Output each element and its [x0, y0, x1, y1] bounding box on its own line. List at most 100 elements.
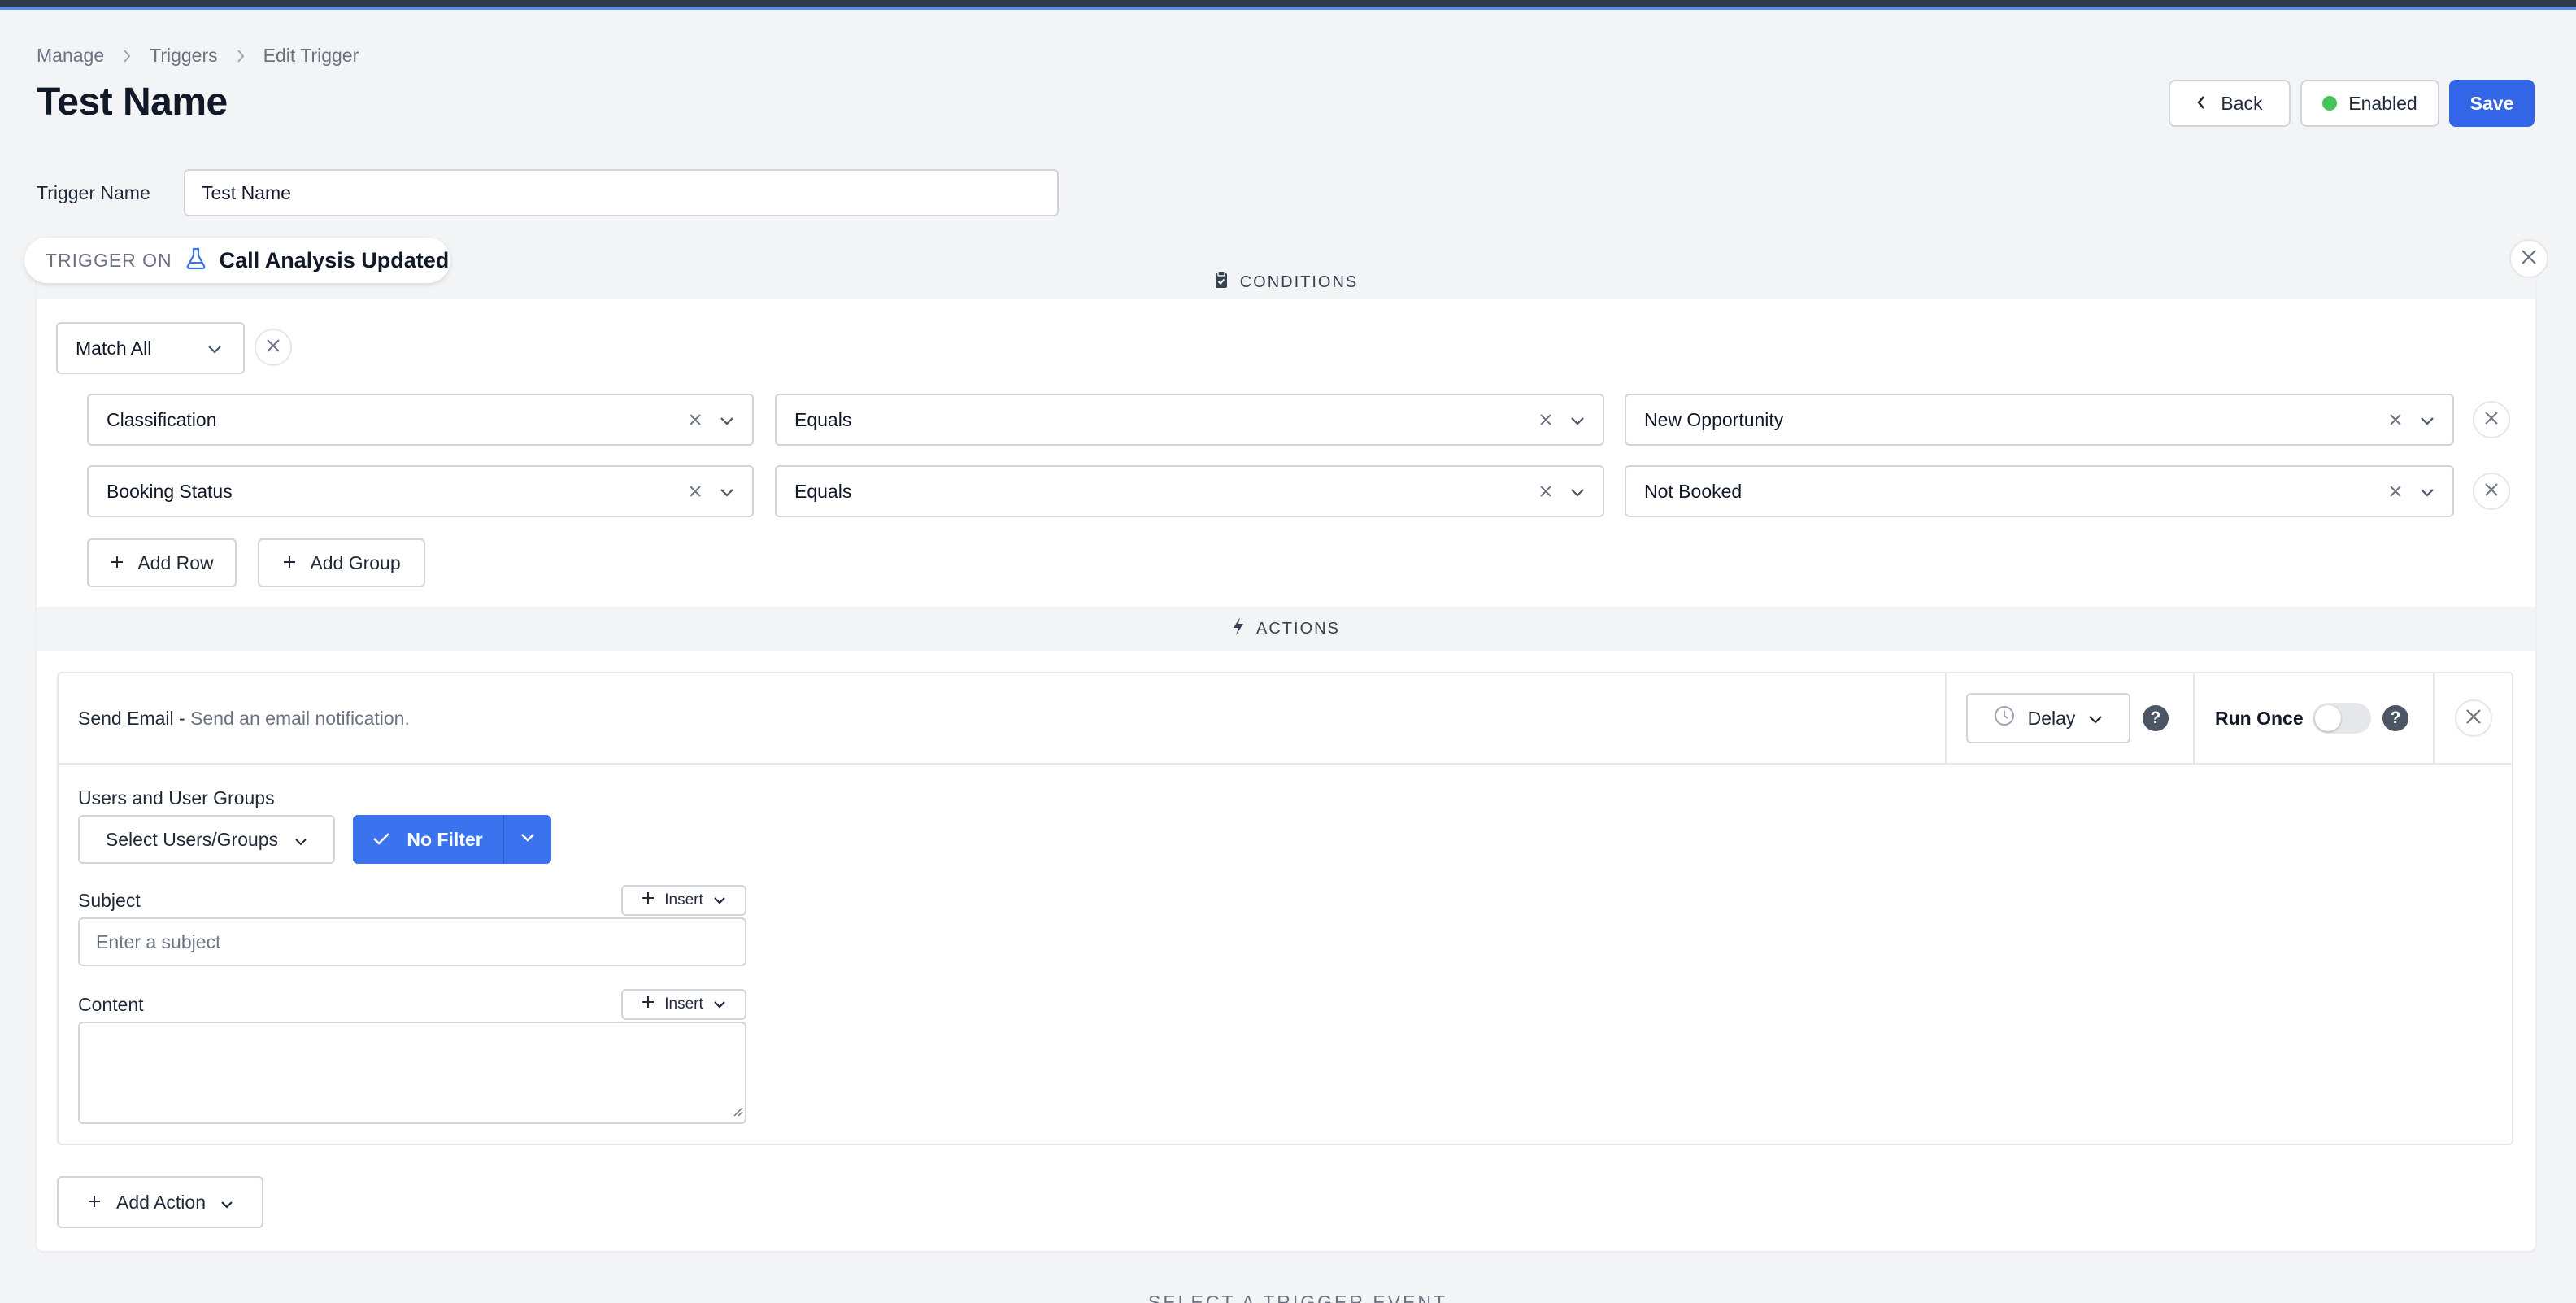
- add-row-button[interactable]: Add Row: [87, 538, 237, 587]
- filter-dropdown-button[interactable]: [504, 832, 551, 847]
- clear-icon[interactable]: [1539, 409, 1552, 431]
- clear-icon[interactable]: [689, 481, 702, 503]
- no-filter-button[interactable]: No Filter: [353, 815, 504, 864]
- page-title: Test Name: [37, 81, 228, 124]
- save-button[interactable]: Save: [2449, 80, 2535, 127]
- match-mode-value: Match All: [76, 337, 152, 359]
- breadcrumb: Manage Triggers Edit Trigger: [37, 45, 359, 67]
- conditions-title: CONDITIONS: [1239, 272, 1359, 291]
- condition-value-value: Not Booked: [1644, 480, 1743, 502]
- action-name: Send Email: [78, 708, 174, 729]
- chevron-down-icon: [713, 891, 726, 909]
- action-header: Send Email - Send an email notification.…: [59, 673, 2512, 765]
- top-accent-bar: [0, 0, 2576, 10]
- chevron-down-icon: [207, 338, 222, 360]
- content-insert-button[interactable]: Insert: [621, 989, 746, 1020]
- flask-icon: [185, 247, 207, 274]
- add-row-label: Add Row: [137, 551, 214, 573]
- chevron-down-icon[interactable]: [2420, 481, 2435, 503]
- chevron-down-icon: [713, 996, 726, 1013]
- breadcrumb-manage[interactable]: Manage: [37, 45, 104, 67]
- trigger-name-label: Trigger Name: [37, 182, 150, 203]
- help-icon[interactable]: ?: [2143, 705, 2169, 731]
- lightning-icon: [1232, 617, 1245, 641]
- close-icon: [2483, 482, 2500, 502]
- subject-insert-button[interactable]: Insert: [621, 885, 746, 916]
- action-title: Send Email - Send an email notification.: [78, 708, 410, 730]
- trigger-event-name: Call Analysis Updated: [219, 247, 450, 272]
- chevron-down-icon[interactable]: [1570, 409, 1585, 431]
- add-action-button[interactable]: Add Action: [57, 1176, 263, 1228]
- action-separator: -: [173, 708, 191, 729]
- condition-value-select[interactable]: Not Booked: [1625, 465, 2454, 517]
- users-groups-label: Users and User Groups: [78, 787, 275, 808]
- actions-header: ACTIONS: [37, 607, 2535, 651]
- run-once-toggle[interactable]: [2313, 703, 2371, 734]
- users-groups-placeholder: Select Users/Groups: [105, 828, 279, 850]
- remove-condition-button[interactable]: [2473, 401, 2510, 438]
- insert-label: Insert: [664, 996, 703, 1013]
- action-card: Send Email - Send an email notification.…: [57, 672, 2513, 1145]
- help-icon[interactable]: ?: [2382, 705, 2408, 731]
- clock-icon: [1994, 705, 2015, 731]
- remove-group-button[interactable]: [255, 329, 292, 366]
- status-label: Enabled: [2348, 92, 2417, 114]
- status-toggle-button[interactable]: Enabled: [2300, 80, 2439, 127]
- close-icon: [2483, 410, 2500, 430]
- close-icon: [2520, 248, 2538, 270]
- chevron-down-icon[interactable]: [2420, 409, 2435, 431]
- add-group-button[interactable]: Add Group: [258, 538, 425, 587]
- check-icon: [372, 829, 390, 851]
- clear-icon[interactable]: [689, 409, 702, 431]
- condition-field-select[interactable]: Booking Status: [87, 465, 754, 517]
- condition-field-select[interactable]: Classification: [87, 394, 754, 446]
- users-groups-select[interactable]: Select Users/Groups: [78, 815, 335, 864]
- add-action-label: Add Action: [116, 1191, 206, 1213]
- divider: [2433, 673, 2435, 763]
- condition-operator-select[interactable]: Equals: [775, 465, 1604, 517]
- divider: [2193, 673, 2195, 763]
- match-mode-select[interactable]: Match All: [56, 322, 245, 374]
- back-button[interactable]: Back: [2169, 80, 2291, 127]
- chevron-down-icon[interactable]: [720, 409, 734, 431]
- action-description: Send an email notification.: [190, 708, 410, 729]
- trigger-name-input[interactable]: Test Name: [184, 169, 1059, 216]
- condition-operator-select[interactable]: Equals: [775, 394, 1604, 446]
- condition-value-select[interactable]: New Opportunity: [1625, 394, 2454, 446]
- chevron-down-icon: [520, 832, 535, 847]
- chevron-down-icon[interactable]: [1570, 481, 1585, 503]
- resize-handle-icon[interactable]: [732, 1105, 743, 1121]
- back-button-label: Back: [2221, 92, 2263, 114]
- clear-icon[interactable]: [1539, 481, 1552, 503]
- chevron-right-icon: [218, 49, 263, 63]
- condition-operator-value: Equals: [794, 408, 852, 430]
- clear-icon[interactable]: [2389, 481, 2402, 503]
- remove-condition-button[interactable]: [2473, 473, 2510, 510]
- condition-field-value: Booking Status: [107, 480, 233, 502]
- condition-operator-value: Equals: [794, 480, 852, 502]
- subject-input[interactable]: Enter a subject: [78, 917, 746, 966]
- plus-icon: [642, 891, 655, 909]
- chevron-down-icon: [220, 1192, 233, 1214]
- clipboard-icon: [1214, 271, 1229, 294]
- chevron-left-icon: [2196, 93, 2206, 115]
- subject-label: Subject: [78, 890, 141, 911]
- content-textarea[interactable]: [78, 1022, 746, 1124]
- breadcrumb-edit-trigger: Edit Trigger: [263, 45, 359, 66]
- plus-icon: [282, 552, 297, 574]
- close-icon: [265, 338, 281, 358]
- plus-icon: [110, 552, 124, 574]
- no-filter-split-button: No Filter: [353, 815, 551, 864]
- plus-icon: [642, 996, 655, 1013]
- remove-action-button[interactable]: [2455, 699, 2492, 737]
- delay-button[interactable]: Delay: [1966, 693, 2130, 743]
- close-icon: [2465, 708, 2482, 730]
- status-dot-icon: [2322, 96, 2338, 111]
- remove-trigger-button[interactable]: [2509, 239, 2548, 278]
- trigger-on-label: TRIGGER ON: [46, 249, 172, 271]
- add-group-label: Add Group: [310, 551, 401, 573]
- chevron-down-icon[interactable]: [720, 481, 734, 503]
- clear-icon[interactable]: [2389, 409, 2402, 431]
- trigger-on-pill[interactable]: TRIGGER ON Call Analysis Updated: [24, 238, 450, 283]
- breadcrumb-triggers[interactable]: Triggers: [150, 45, 218, 67]
